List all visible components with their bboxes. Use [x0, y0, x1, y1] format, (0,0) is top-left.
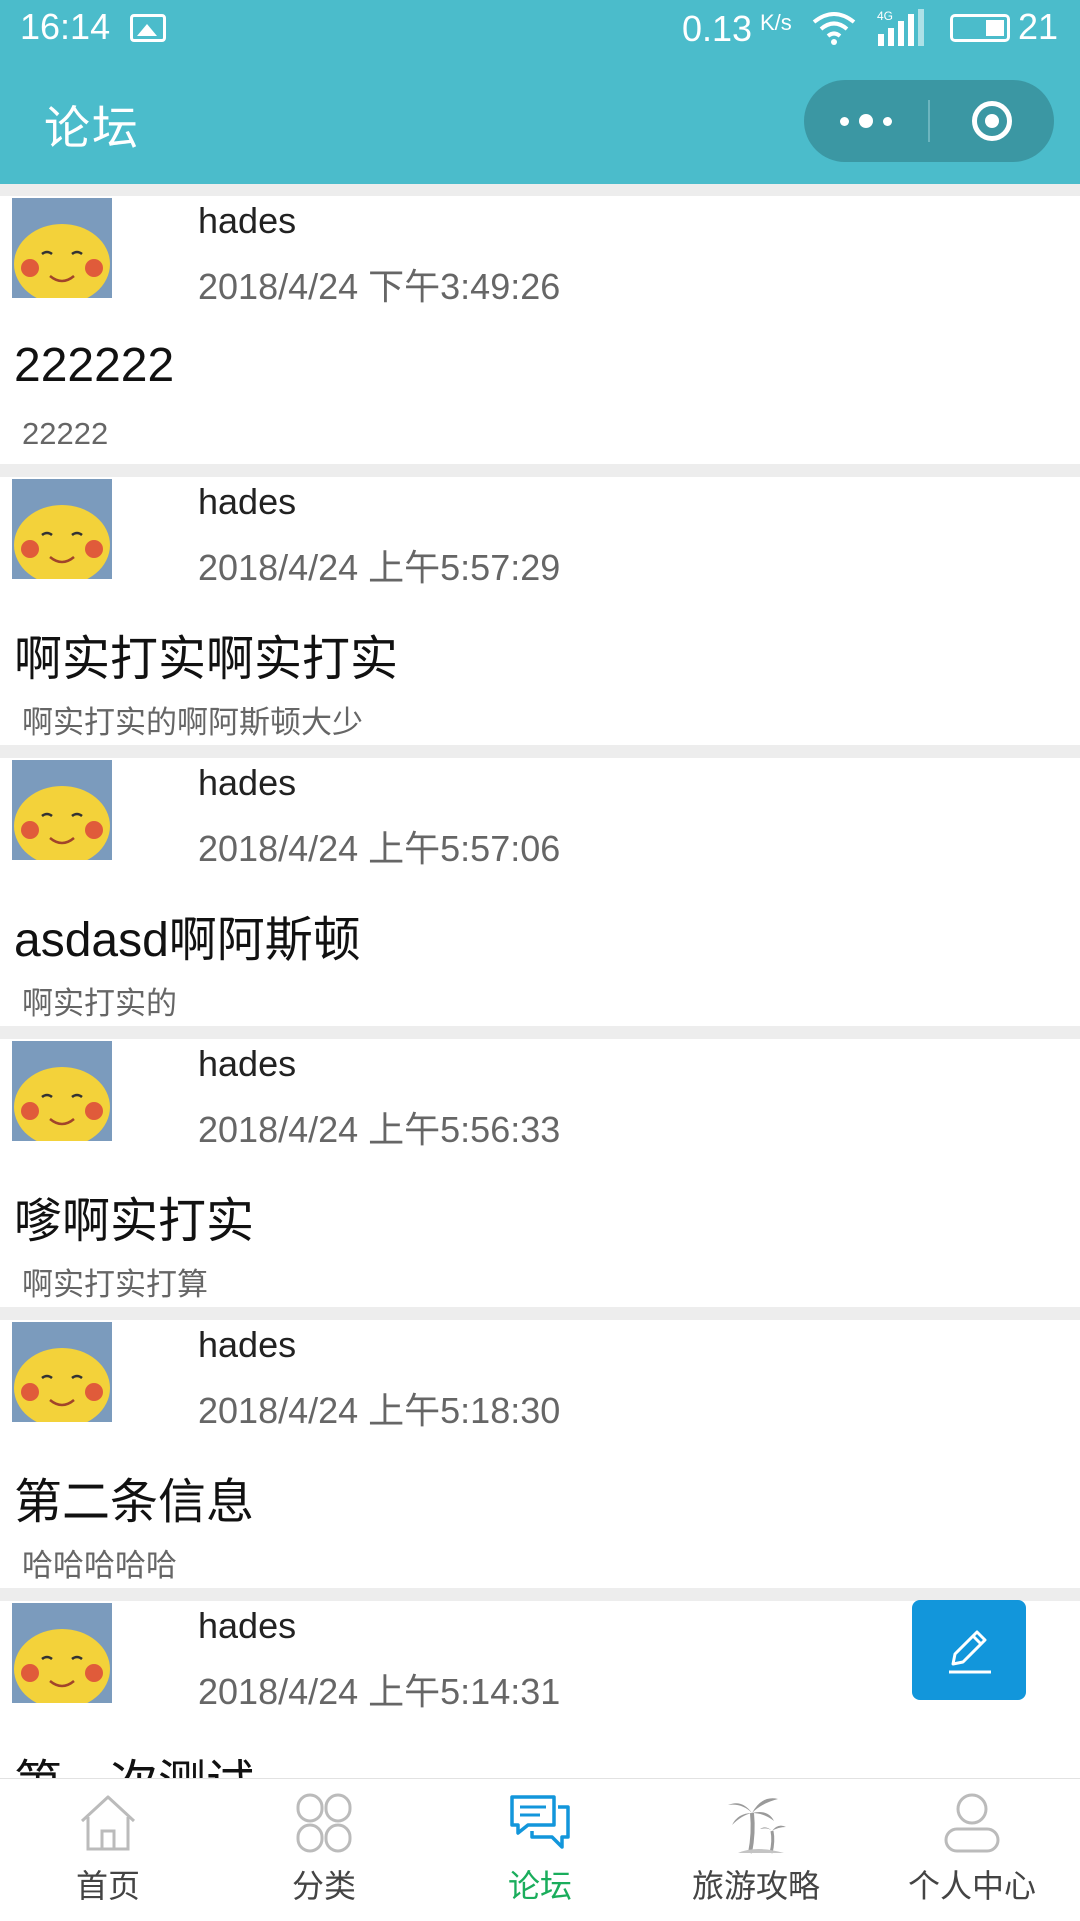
post-body: 22222 — [22, 416, 109, 451]
post-date: 2018/4/24 上午5:14:31 — [198, 1671, 561, 1712]
avatar[interactable] — [12, 1322, 112, 1422]
tab-label: 旅游攻略 — [691, 1867, 820, 1905]
image-notification-icon — [130, 14, 166, 42]
post-title[interactable]: 啊实打实啊实打实 — [14, 619, 398, 689]
palm-tree-icon — [728, 1798, 786, 1854]
forum-post-list[interactable]: hades 2018/4/24 下午3:49:26 222222 22222 h… — [0, 196, 1080, 1778]
bottom-tab-bar: 首页 分类 论坛 旅游攻略 个人中心 — [0, 1778, 1080, 1921]
post-title[interactable]: 第二条信息 — [14, 1462, 254, 1532]
post-author[interactable]: hades — [198, 762, 296, 804]
edit-icon — [949, 1630, 991, 1674]
more-dot-icon — [840, 116, 849, 126]
post-title[interactable]: 嗲啊实打实 — [14, 1181, 254, 1251]
more-options-button[interactable] — [804, 80, 928, 162]
category-icon — [296, 1793, 352, 1853]
avatar[interactable] — [12, 479, 112, 579]
post-date: 2018/4/24 上午5:18:30 — [198, 1390, 561, 1431]
post-title[interactable]: 第一次测试 — [14, 1743, 254, 1778]
post-card[interactable]: hades 2018/4/24 上午5:56:33 嗲啊实打实 啊实打实打算 — [0, 1039, 1080, 1307]
post-title[interactable]: 222222 — [14, 338, 174, 393]
forum-icon — [510, 1795, 570, 1849]
post-card[interactable]: hades 2018/4/24 下午3:49:26 222222 22222 — [0, 196, 1080, 464]
post-author[interactable]: hades — [198, 1324, 296, 1366]
signal-icon: 4G — [877, 9, 924, 46]
status-time: 16:14 — [20, 6, 111, 47]
user-icon — [944, 1793, 1000, 1853]
post-card[interactable]: hades 2018/4/24 上午5:57:06 asdasd啊阿斯顿 啊实打… — [0, 758, 1080, 1026]
tab-label: 首页 — [75, 1867, 140, 1905]
close-mini-program-button[interactable] — [930, 80, 1054, 162]
post-author[interactable]: hades — [198, 481, 296, 523]
tab-forum[interactable]: 论坛 — [432, 1779, 648, 1921]
network-speed: 0.13 — [682, 8, 753, 49]
tab-travel-guide[interactable]: 旅游攻略 — [648, 1779, 864, 1921]
navigation-bar: 论坛 — [0, 58, 1080, 184]
tab-label: 个人中心 — [907, 1867, 1036, 1905]
post-title[interactable]: asdasd啊阿斯顿 — [14, 900, 361, 970]
avatar[interactable] — [12, 1603, 112, 1703]
post-date: 2018/4/24 上午5:57:29 — [198, 547, 561, 588]
more-dot-icon — [859, 114, 873, 128]
avatar[interactable] — [12, 760, 112, 860]
tab-label: 分类 — [291, 1867, 356, 1905]
post-body: 哈哈哈哈哈 — [22, 1548, 177, 1583]
tab-label: 论坛 — [507, 1867, 572, 1905]
battery-icon — [950, 14, 1010, 42]
post-body: 啊实打实打算 — [22, 1267, 208, 1302]
post-date: 2018/4/24 下午3:49:26 — [198, 266, 561, 307]
status-bar: 16:14 0.13 K/s 4G 21 — [0, 0, 1080, 58]
top-bar: 16:14 0.13 K/s 4G 21 论坛 — [0, 0, 1080, 184]
new-post-button[interactable] — [912, 1600, 1026, 1700]
network-speed-unit: K/s — [760, 10, 792, 35]
page-title: 论坛 — [44, 101, 140, 155]
signal-type: 4G — [877, 9, 893, 23]
wifi-icon — [812, 12, 856, 45]
post-date: 2018/4/24 上午5:57:06 — [198, 828, 561, 869]
post-date: 2018/4/24 上午5:56:33 — [198, 1109, 561, 1150]
post-author[interactable]: hades — [198, 1043, 296, 1085]
post-body: 啊实打实的 — [22, 986, 177, 1021]
post-body: 啊实打实的啊阿斯顿大少 — [22, 705, 363, 740]
avatar[interactable] — [12, 1041, 112, 1141]
target-icon — [972, 101, 1012, 141]
post-card[interactable]: hades 2018/4/24 上午5:18:30 第二条信息 哈哈哈哈哈 — [0, 1320, 1080, 1588]
post-author[interactable]: hades — [198, 1605, 296, 1647]
mini-program-capsule — [804, 80, 1054, 162]
post-author[interactable]: hades — [198, 200, 296, 242]
tab-category[interactable]: 分类 — [216, 1779, 432, 1921]
more-dot-icon — [883, 116, 892, 126]
home-icon — [80, 1795, 136, 1851]
avatar[interactable] — [12, 198, 112, 298]
tab-profile[interactable]: 个人中心 — [864, 1779, 1080, 1921]
battery-level: 21 — [1018, 6, 1059, 47]
tab-home[interactable]: 首页 — [0, 1779, 216, 1921]
post-card[interactable]: hades 2018/4/24 上午5:57:29 啊实打实啊实打实 啊实打实的… — [0, 477, 1080, 745]
